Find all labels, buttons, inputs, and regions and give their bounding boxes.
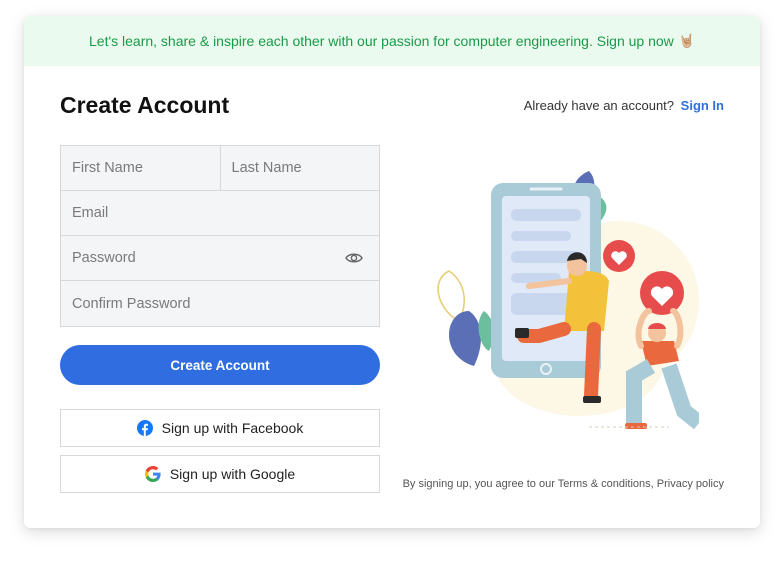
name-row: First Name Last Name xyxy=(61,146,379,191)
banner-text: Let's learn, share & inspire each other … xyxy=(89,33,674,49)
facebook-signup-button[interactable]: Sign up with Facebook xyxy=(60,409,380,447)
last-name-field[interactable]: Last Name xyxy=(219,146,380,190)
sign-in-link[interactable]: Sign In xyxy=(681,98,724,113)
rock-hand-emoji-icon: 🤘🏼 xyxy=(678,33,695,48)
terms-text: By signing up, you agree to our Terms & … xyxy=(402,478,724,490)
create-account-button[interactable]: Create Account xyxy=(60,345,380,385)
facebook-icon xyxy=(136,420,153,436)
google-button-label: Sign up with Google xyxy=(169,466,296,482)
page-title: Create Account xyxy=(60,92,230,118)
signin-prompt: Already have an account? Sign In xyxy=(524,98,724,113)
email-field[interactable]: Email xyxy=(61,191,379,235)
email-row: Email xyxy=(61,191,379,236)
first-name-field[interactable]: First Name xyxy=(61,146,220,190)
signup-form: First Name Last Name Email Password Conf… xyxy=(60,145,380,327)
promo-banner: Let's learn, share & inspire each other … xyxy=(24,16,760,66)
password-field[interactable]: Password xyxy=(61,236,379,280)
google-icon xyxy=(144,466,161,482)
google-signup-button[interactable]: Sign up with Google xyxy=(60,455,380,493)
password-placeholder: Password xyxy=(72,250,136,266)
confirm-password-row: Confirm Password xyxy=(61,281,379,326)
confirm-password-field[interactable]: Confirm Password xyxy=(61,281,379,326)
signup-card: Let's learn, share & inspire each other … xyxy=(24,16,760,528)
social-love-illustration xyxy=(437,171,699,430)
eye-icon[interactable] xyxy=(345,250,363,266)
facebook-button-label: Sign up with Facebook xyxy=(161,420,304,436)
already-account-text: Already have an account? xyxy=(523,98,675,113)
password-row: Password xyxy=(61,236,379,281)
